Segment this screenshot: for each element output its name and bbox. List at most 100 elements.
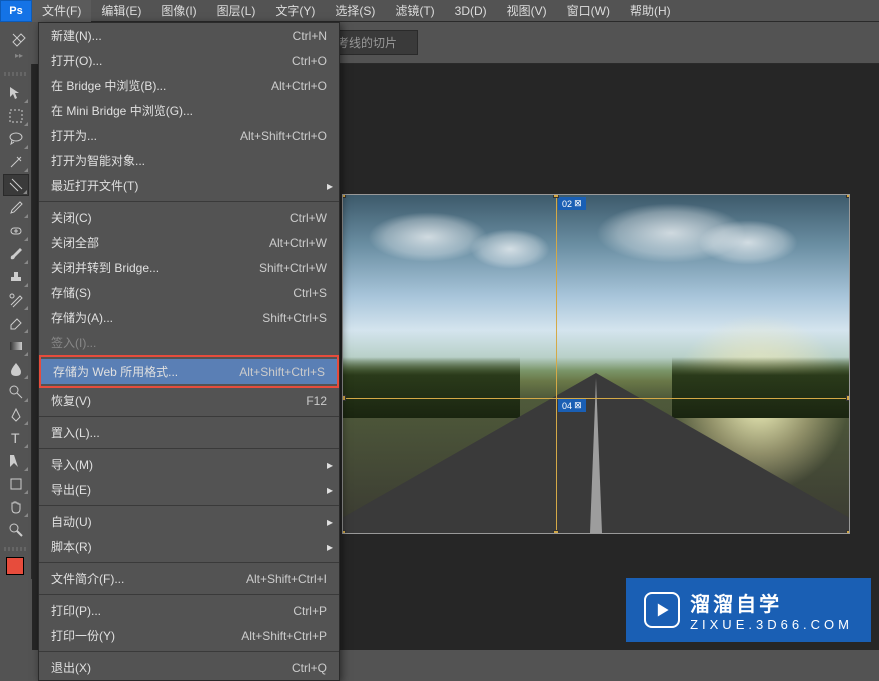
menu-label: 最近打开文件(T): [51, 177, 138, 194]
menu-scripts[interactable]: 脚本(R)▸: [39, 534, 339, 559]
menu-layer[interactable]: 图层(L): [207, 0, 266, 22]
menu-import[interactable]: 导入(M)▸: [39, 452, 339, 477]
slice-badge-02[interactable]: 02⊠: [558, 197, 586, 210]
shortcut: Alt+Ctrl+W: [269, 236, 327, 250]
menu-recent[interactable]: 最近打开文件(T)▸: [39, 173, 339, 198]
menu-automate[interactable]: 自动(U)▸: [39, 509, 339, 534]
menu-label: 自动(U): [51, 513, 92, 530]
slice-tool[interactable]: [3, 174, 29, 196]
menu-close-to-bridge[interactable]: 关闭并转到 Bridge...Shift+Ctrl+W: [39, 255, 339, 280]
shortcut: Alt+Shift+Ctrl+S: [239, 365, 325, 379]
slice-handle[interactable]: [553, 194, 559, 198]
pen-tool[interactable]: [3, 404, 29, 426]
slice-handle[interactable]: [846, 194, 850, 198]
document-canvas[interactable]: 02⊠ 04⊠: [342, 194, 850, 534]
menu-save-as[interactable]: 存储为(A)...Shift+Ctrl+S: [39, 305, 339, 330]
slice-icon: ⊠: [574, 198, 582, 209]
menu-label: 恢复(V): [51, 392, 91, 409]
eyedropper-tool[interactable]: [3, 197, 29, 219]
slice-handle[interactable]: [342, 395, 346, 401]
slice-handle[interactable]: [553, 530, 559, 534]
menu-place[interactable]: 置入(L)...: [39, 420, 339, 445]
dodge-tool[interactable]: [3, 381, 29, 403]
menu-window[interactable]: 窗口(W): [557, 0, 620, 22]
lasso-tool[interactable]: [3, 128, 29, 150]
menu-file[interactable]: 文件(F): [32, 0, 91, 22]
shortcut: Ctrl+W: [290, 211, 327, 225]
blur-tool[interactable]: [3, 358, 29, 380]
menu-filter[interactable]: 滤镜(T): [385, 0, 444, 22]
menu-revert[interactable]: 恢复(V) F12: [39, 388, 339, 413]
menu-view[interactable]: 视图(V): [497, 0, 557, 22]
menu-image[interactable]: 图像(I): [151, 0, 206, 22]
watermark: 溜溜自学 ZIXUE.3D66.COM: [626, 578, 871, 642]
menu-print-one[interactable]: 打印一份(Y)Alt+Shift+Ctrl+P: [39, 623, 339, 648]
menu-save[interactable]: 存储(S)Ctrl+S: [39, 280, 339, 305]
slice-tool-icon[interactable]: [6, 29, 32, 51]
menu-open[interactable]: 打开(O)...Ctrl+O: [39, 48, 339, 73]
menu-type[interactable]: 文字(Y): [265, 0, 325, 22]
brush-tool[interactable]: [3, 243, 29, 265]
slice-guide-horizontal[interactable]: [343, 398, 849, 399]
menu-export[interactable]: 导出(E) ▸: [39, 477, 339, 502]
panel-handle[interactable]: [4, 72, 27, 76]
menu-browse-bridge[interactable]: 在 Bridge 中浏览(B)...Alt+Ctrl+O: [39, 73, 339, 98]
slice-handle[interactable]: [342, 194, 346, 198]
submenu-arrow-icon: ▸: [327, 483, 333, 497]
healing-tool[interactable]: [3, 220, 29, 242]
gradient-tool[interactable]: [3, 335, 29, 357]
menu-browse-minibridge[interactable]: 在 Mini Bridge 中浏览(G)...: [39, 98, 339, 123]
zoom-tool[interactable]: [3, 519, 29, 541]
move-tool[interactable]: [3, 82, 29, 104]
slice-badge-04[interactable]: 04⊠: [558, 399, 586, 412]
slice-handle[interactable]: [342, 530, 346, 534]
menu-label: 存储(S): [51, 284, 91, 301]
menu-new[interactable]: 新建(N)...Ctrl+N: [39, 23, 339, 48]
separator: [39, 448, 339, 449]
menu-label: 退出(X): [51, 659, 91, 676]
menu-label: 签入(I)...: [51, 334, 96, 351]
shape-tool[interactable]: [3, 473, 29, 495]
menu-edit[interactable]: 编辑(E): [91, 0, 151, 22]
slice-handle[interactable]: [846, 530, 850, 534]
wand-tool[interactable]: [3, 151, 29, 173]
watermark-url: ZIXUE.3D66.COM: [690, 617, 853, 632]
menu-open-as[interactable]: 打开为... Alt+Shift+Ctrl+O: [39, 123, 339, 148]
menu-print[interactable]: 打印(P)... Ctrl+P: [39, 598, 339, 623]
menu-label: 文件简介(F)...: [51, 570, 124, 587]
expand-icon[interactable]: ▸▸: [15, 53, 23, 57]
path-tool[interactable]: [3, 450, 29, 472]
hand-tool[interactable]: [3, 496, 29, 518]
menu-3d[interactable]: 3D(D): [445, 1, 497, 21]
menu-label: 导出(E): [51, 481, 91, 498]
shortcut: Shift+Ctrl+S: [262, 311, 327, 325]
shortcut: Ctrl+O: [292, 54, 327, 68]
slice-handle[interactable]: [846, 395, 850, 401]
menu-save-for-web[interactable]: 存储为 Web 所用格式...Alt+Shift+Ctrl+S: [41, 359, 337, 384]
menu-close-all[interactable]: 关闭全部Alt+Ctrl+W: [39, 230, 339, 255]
menu-file-info[interactable]: 文件简介(F)...Alt+Shift+Ctrl+I: [39, 566, 339, 591]
shortcut: Ctrl+P: [293, 604, 327, 618]
menu-help[interactable]: 帮助(H): [620, 0, 681, 22]
shortcut: Ctrl+N: [293, 29, 327, 43]
menu-close[interactable]: 关闭(C)Ctrl+W: [39, 205, 339, 230]
foreground-color[interactable]: [6, 557, 24, 575]
menubar: Ps 文件(F) 编辑(E) 图像(I) 图层(L) 文字(Y) 选择(S) 滤…: [0, 0, 879, 22]
shortcut: F12: [306, 394, 327, 408]
slice-guide-vertical[interactable]: [556, 195, 557, 533]
menu-label: 打印(P)...: [51, 602, 101, 619]
menu-select[interactable]: 选择(S): [325, 0, 385, 22]
history-brush-tool[interactable]: [3, 289, 29, 311]
menu-open-smartobject[interactable]: 打开为智能对象...: [39, 148, 339, 173]
menu-exit[interactable]: 退出(X) Ctrl+Q: [39, 655, 339, 680]
stamp-tool[interactable]: [3, 266, 29, 288]
menu-label: 打开为...: [51, 127, 97, 144]
marquee-tool[interactable]: [3, 105, 29, 127]
eraser-tool[interactable]: [3, 312, 29, 334]
shortcut: Alt+Shift+Ctrl+O: [240, 129, 327, 143]
menu-label: 脚本(R): [51, 538, 92, 555]
separator: [39, 505, 339, 506]
type-tool[interactable]: T: [3, 427, 29, 449]
shortcut: Ctrl+Q: [292, 661, 327, 675]
app-logo[interactable]: Ps: [0, 0, 32, 22]
